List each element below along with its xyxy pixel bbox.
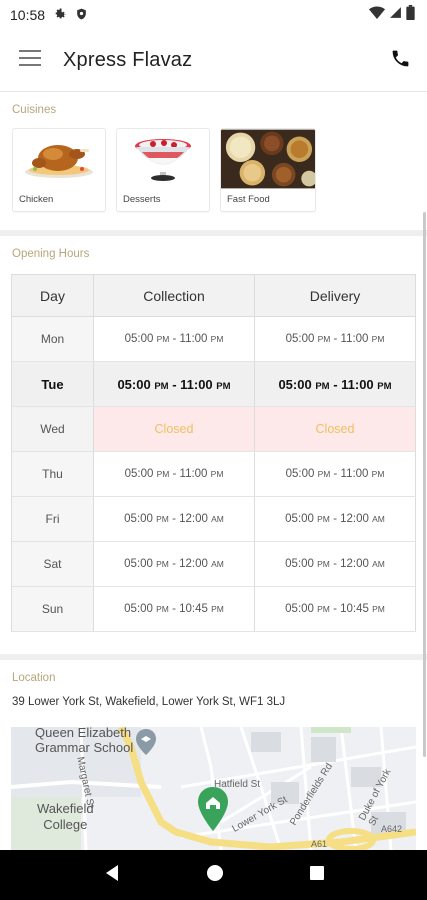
hours-day: Sat xyxy=(11,541,94,587)
battery-icon xyxy=(406,5,415,25)
shield-icon xyxy=(75,7,88,24)
hours-day: Sun xyxy=(11,586,94,632)
location-home-pin-icon[interactable] xyxy=(197,787,229,836)
hours-row-tue: Tue 05:00 PM - 11:00 PM 05:00 PM - 11:00 P… xyxy=(11,361,416,407)
hours-row-thu: Thu 05:00 PM - 11:00 PM 05:00 PM - 11:00 P… xyxy=(11,451,416,497)
status-left: 10:58 xyxy=(10,7,88,24)
hours-collection: 05:00 PM - 11:00 PM xyxy=(93,451,255,497)
hours-delivery: 05:00 PM - 11:00 PM xyxy=(254,316,416,362)
hours-row-wed: Wed Closed Closed xyxy=(11,406,416,452)
opening-hours-section: Day Collection Delivery Mon 05:00 PM - 11… xyxy=(0,274,427,632)
hours-day: Tue xyxy=(11,361,94,407)
hours-day: Fri xyxy=(11,496,94,542)
cuisine-card-fast-food[interactable]: Fast Food xyxy=(220,128,316,212)
header-delivery: Delivery xyxy=(254,274,416,317)
location-section-label: Location xyxy=(12,672,56,684)
location-section: Location 39 Lower York St, Wakefield, Lo… xyxy=(0,660,427,708)
opening-hours-table: Day Collection Delivery Mon 05:00 PM - 11… xyxy=(11,274,416,632)
status-right xyxy=(369,5,415,25)
hours-collection: 05:00 PM - 12:00 AM xyxy=(93,541,255,587)
settings-gear-icon xyxy=(53,7,67,24)
cuisine-card-chicken[interactable]: Chicken xyxy=(12,128,106,212)
hours-collection: 05:00 PM - 10:45 PM xyxy=(93,586,255,632)
hours-row-fri: Fri 05:00 PM - 12:00 AM 05:00 PM - 12:00 A… xyxy=(11,496,416,542)
hours-delivery: 05:00 PM - 11:00 PM xyxy=(254,451,416,497)
map-label-school-line1: Queen Elizabeth xyxy=(35,727,132,740)
opening-hours-section-label: Opening Hours xyxy=(12,248,90,260)
hours-delivery: 05:00 PM - 11:00 PM xyxy=(254,361,416,407)
cuisines-list: Chicken Desserts Fast Food xyxy=(0,116,427,230)
map-label-school: Queen Elizabeth Grammar School xyxy=(35,727,133,755)
hours-collection: Closed xyxy=(93,406,255,452)
roast-chicken-image xyxy=(13,129,105,187)
hours-row-sun: Sun 05:00 PM - 10:45 PM 05:00 PM - 10:45 P… xyxy=(11,586,416,632)
menu-hamburger-icon[interactable] xyxy=(19,50,41,71)
location-address: 39 Lower York St, Wakefield, Lower York … xyxy=(12,696,286,708)
phone-call-icon[interactable] xyxy=(390,48,411,74)
hours-delivery: 05:00 PM - 10:45 PM xyxy=(254,586,416,632)
status-bar: 10:58 xyxy=(0,0,427,30)
map-label-college-line2: College xyxy=(43,817,88,832)
recents-icon[interactable] xyxy=(309,865,325,886)
home-icon[interactable] xyxy=(206,864,224,887)
cuisine-label-desserts: Desserts xyxy=(123,194,161,205)
dessert-bowl-image xyxy=(117,129,209,187)
hours-collection: 05:00 PM - 11:00 PM xyxy=(93,361,255,407)
map-label-school-line2: Grammar School xyxy=(35,740,134,755)
hours-collection: 05:00 PM - 12:00 AM xyxy=(93,496,255,542)
hours-row-mon: Mon 05:00 PM - 11:00 PM 05:00 PM - 11:00 P… xyxy=(11,316,416,362)
location-map[interactable]: Queen Elizabeth Grammar School Wakefield… xyxy=(11,727,416,850)
hours-day: Thu xyxy=(11,451,94,497)
wifi-icon xyxy=(369,6,385,25)
map-label-a61: A61 xyxy=(311,839,328,849)
cuisine-label-fast-food: Fast Food xyxy=(227,194,270,205)
hours-collection: 05:00 PM - 11:00 PM xyxy=(93,316,255,362)
map-label-a642: A642 xyxy=(381,824,403,834)
hours-day: Wed xyxy=(11,406,94,452)
header-collection: Collection xyxy=(93,274,255,317)
app-bar: Xpress Flavaz xyxy=(0,30,427,92)
fast-food-image xyxy=(221,129,315,189)
header-day: Day xyxy=(11,274,94,317)
hours-delivery: Closed xyxy=(254,406,416,452)
hours-row-sat: Sat 05:00 PM - 12:00 AM 05:00 PM - 12:00 A… xyxy=(11,541,416,587)
system-nav-bar xyxy=(0,850,427,900)
hours-table-body: Mon 05:00 PM - 11:00 PM 05:00 PM - 11:00 P… xyxy=(11,316,416,632)
scrollbar[interactable] xyxy=(423,212,426,757)
cuisine-card-desserts[interactable]: Desserts xyxy=(116,128,210,212)
status-time: 10:58 xyxy=(10,7,46,23)
hours-day: Mon xyxy=(11,316,94,362)
school-pin-icon xyxy=(135,729,157,760)
hours-header-row: Day Collection Delivery xyxy=(11,274,416,317)
hours-delivery: 05:00 PM - 12:00 AM xyxy=(254,541,416,587)
app-title: Xpress Flavaz xyxy=(63,49,193,71)
cuisine-label-chicken: Chicken xyxy=(19,194,54,205)
cuisines-section-label: Cuisines xyxy=(12,104,57,116)
back-icon[interactable] xyxy=(103,864,121,887)
signal-icon xyxy=(389,6,402,24)
hours-delivery: 05:00 PM - 12:00 AM xyxy=(254,496,416,542)
